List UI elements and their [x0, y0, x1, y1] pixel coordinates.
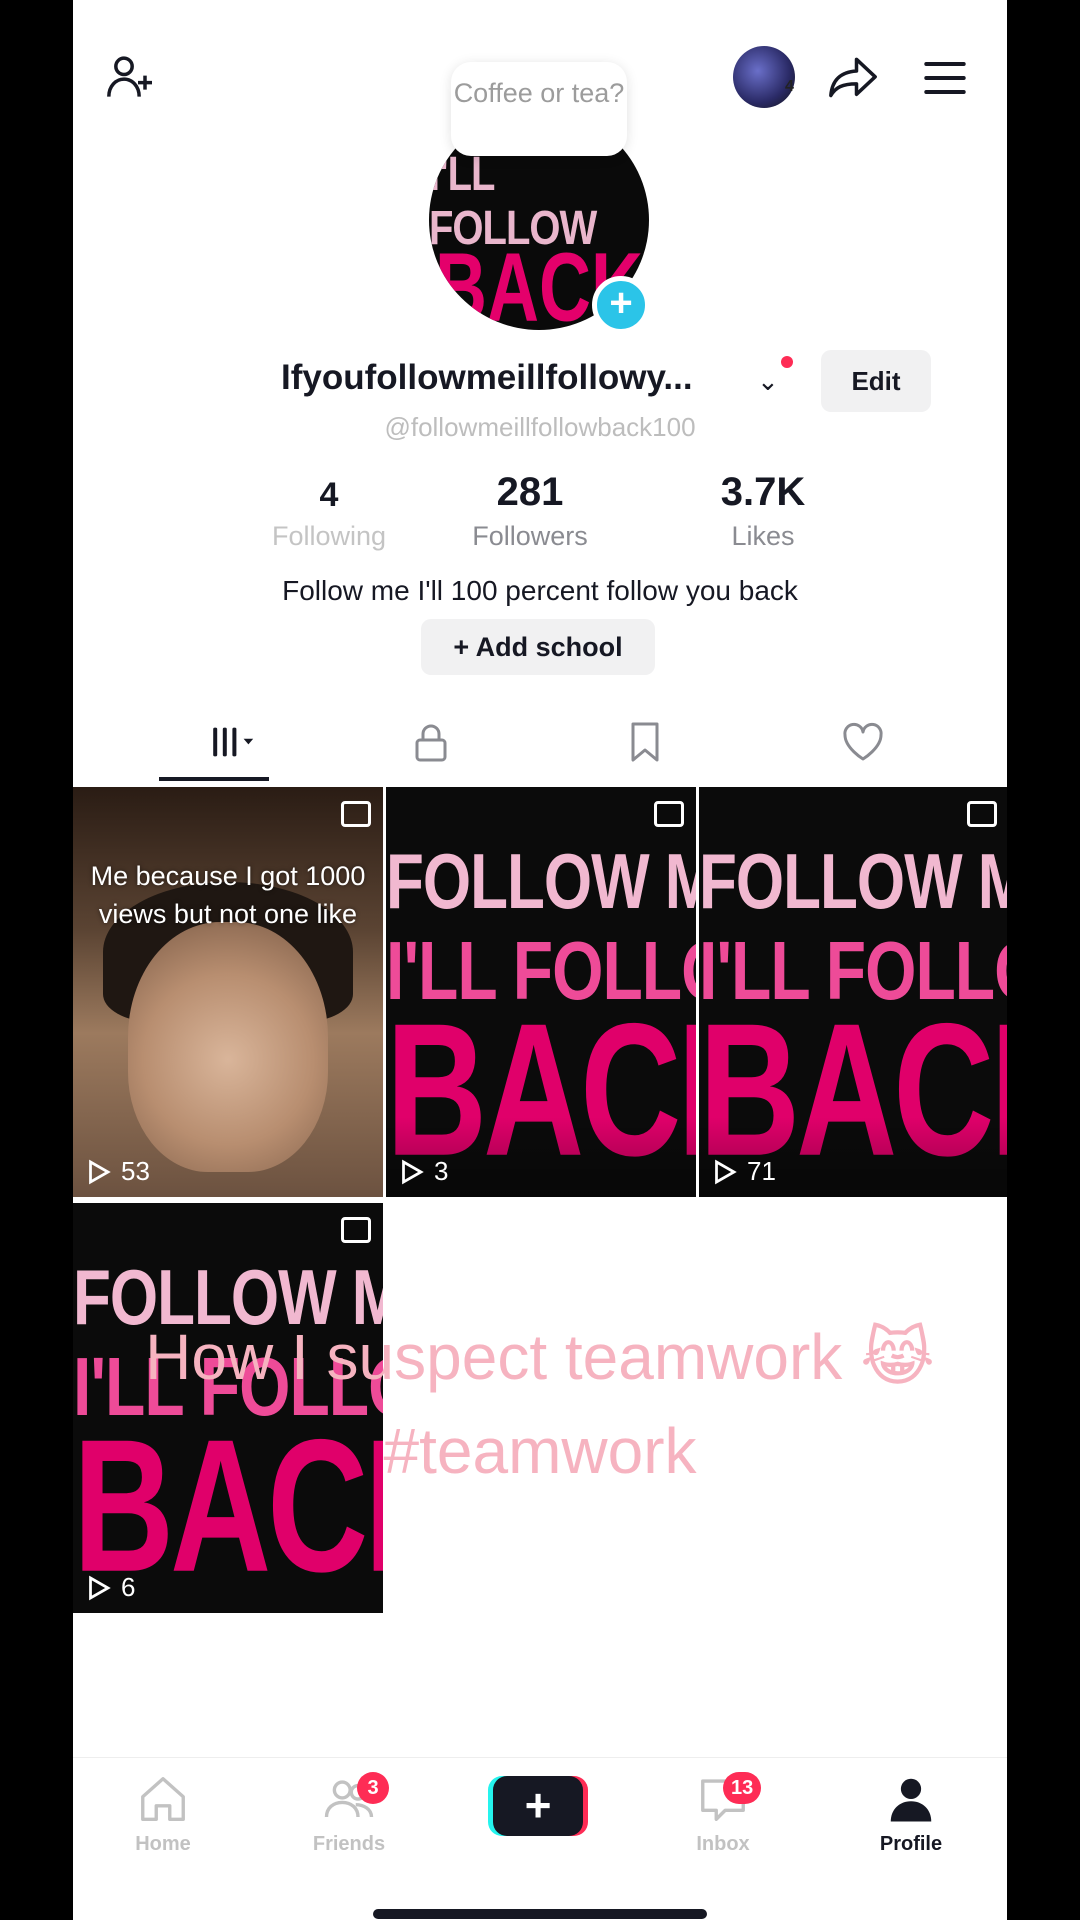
tab-saved[interactable] [605, 712, 685, 772]
multi-photo-icon [341, 1217, 371, 1243]
followers-count: 281 [496, 470, 564, 514]
following-label: Following [271, 521, 387, 551]
video-caption-overlay: How I suspect teamwork 😹 #teamwork [73, 1310, 1007, 1498]
profile-icon [890, 1778, 932, 1822]
note-bubble[interactable]: Coffee or tea? [451, 62, 627, 156]
thumbnail-caption: Me because I got 1000 views but not one … [90, 861, 366, 929]
thumbnail-face [128, 922, 328, 1172]
home-indicator [373, 1909, 707, 1919]
add-story-plus-icon[interactable]: + [592, 276, 650, 334]
right-letterbox [1007, 0, 1080, 1920]
view-count: 3 [396, 1156, 448, 1187]
inbox-badge: 13 [723, 1772, 762, 1804]
add-school-button[interactable]: + Add school [421, 619, 655, 675]
caption-line1: How I suspect teamwork 😹 [145, 1321, 935, 1393]
tab-liked[interactable] [823, 712, 903, 772]
nav-friends[interactable]: 3 Friends [289, 1772, 409, 1856]
home-icon [141, 1777, 185, 1821]
profile-viewers-avatar[interactable] [733, 46, 795, 108]
videos-grid-icon [213, 727, 254, 757]
nav-inbox[interactable]: 13 Inbox [663, 1772, 783, 1856]
video-thumbnail[interactable]: FOLLOW ME I'LL FOLLOW BACK 3 [386, 787, 696, 1197]
heart-icon [843, 722, 883, 761]
following-count: 4 [319, 476, 339, 514]
play-icon [89, 1575, 111, 1600]
create-button[interactable]: + [493, 1776, 583, 1836]
account-switch-chevron-icon[interactable]: ⌄ [757, 366, 779, 397]
play-icon [89, 1159, 111, 1184]
nav-profile[interactable]: Profile [851, 1772, 971, 1856]
multi-photo-icon [654, 801, 684, 827]
view-count: 6 [83, 1572, 135, 1603]
stat-following[interactable]: 4 Following [245, 470, 413, 552]
tab-private[interactable] [391, 712, 471, 772]
active-tab-indicator [159, 777, 269, 781]
note-bubble-text: Coffee or tea? [453, 78, 625, 108]
notification-dot [781, 356, 793, 368]
multi-photo-icon [341, 801, 371, 827]
add-friend-icon[interactable] [101, 48, 161, 108]
play-icon [402, 1159, 424, 1184]
stat-likes[interactable]: 3.7K Likes [691, 470, 835, 552]
likes-label: Likes [731, 521, 795, 551]
video-thumbnail[interactable]: Me because I got 1000 views but not one … [73, 787, 383, 1197]
bookmark-icon [631, 722, 659, 762]
nav-inbox-label: Inbox [696, 1833, 750, 1855]
nav-home[interactable]: Home [103, 1772, 223, 1856]
multi-photo-icon [967, 801, 997, 827]
share-icon[interactable] [823, 48, 883, 108]
lock-icon [415, 724, 447, 762]
followers-label: Followers [472, 521, 588, 551]
nav-friends-label: Friends [312, 1833, 386, 1855]
tab-videos[interactable] [179, 712, 289, 772]
stat-followers[interactable]: 281 Followers [445, 470, 615, 552]
menu-icon[interactable] [915, 48, 975, 108]
nav-home-label: Home [135, 1833, 191, 1855]
caption-hashtag: #teamwork [383, 1415, 697, 1487]
video-thumbnail[interactable]: FOLLOW ME I'LL FOLLOW BACK 71 [699, 787, 1007, 1197]
thumbnail-text-line1: FOLLOW ME [699, 839, 1007, 926]
thumbnail-text-line1: FOLLOW ME [386, 839, 696, 926]
profile-screen: Coffee or tea? 4 I'LL FOLLOW BACK + Ifyo… [73, 0, 1007, 1920]
likes-count: 3.7K [720, 470, 806, 514]
profile-bio: Follow me I'll 100 percent follow you ba… [282, 575, 798, 606]
display-name: Ifyoufollowmeillfollowy... [281, 358, 693, 397]
left-letterbox [0, 0, 73, 1920]
play-icon [715, 1159, 737, 1184]
friends-badge: 3 [357, 1772, 389, 1804]
profile-viewers-count: 4 [785, 78, 794, 95]
edit-profile-button[interactable]: Edit [821, 350, 931, 412]
view-count: 53 [83, 1156, 150, 1187]
username: @followmeillfollowback100 [384, 412, 696, 442]
nav-profile-label: Profile [879, 1833, 943, 1855]
bottom-navigation: Home 3 Friends + 13 Inbox Profile [73, 1757, 1007, 1920]
view-count: 71 [709, 1156, 776, 1187]
